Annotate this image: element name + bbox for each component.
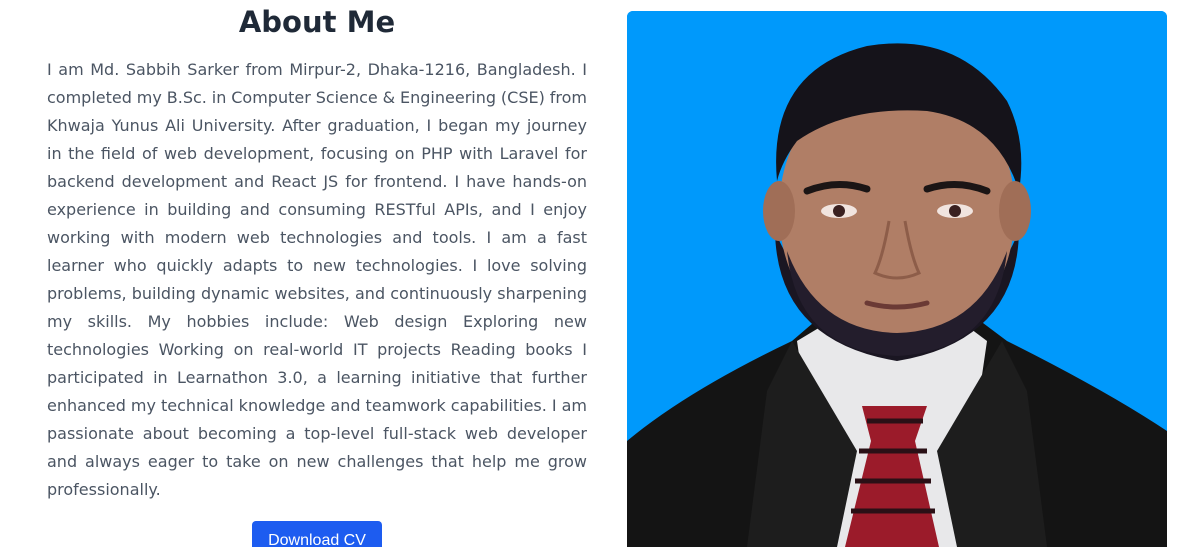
profile-portrait-illustration [627,11,1167,547]
about-section: About Me I am Md. Sabbih Sarker from Mir… [0,0,1202,547]
download-cv-wrapper: Download CV [47,521,587,547]
about-bio: I am Md. Sabbih Sarker from Mirpur-2, Dh… [47,60,587,499]
about-text-column: About Me I am Md. Sabbih Sarker from Mir… [47,0,587,547]
about-title: About Me [238,5,396,39]
profile-photo [627,11,1167,547]
download-cv-button[interactable]: Download CV [252,521,382,547]
